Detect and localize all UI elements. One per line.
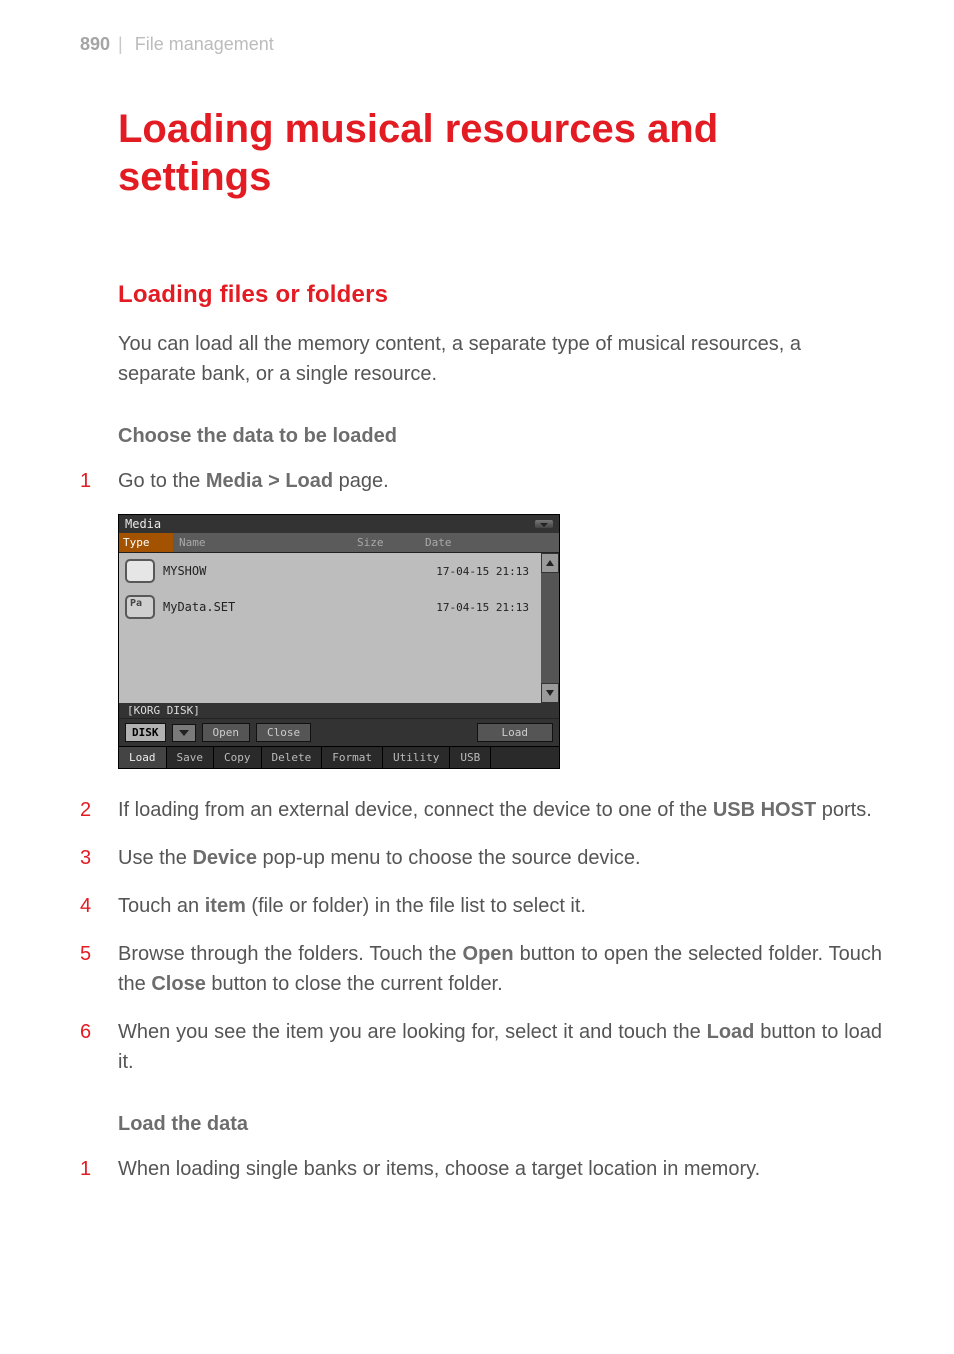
ui-path: [KORG DISK]: [119, 703, 559, 718]
step-number: 2: [80, 795, 118, 825]
subsection-title: Loading files or folders: [118, 281, 882, 309]
tab-usb[interactable]: USB: [450, 747, 491, 768]
file-name: MYSHOW: [163, 564, 399, 578]
col-type[interactable]: Type: [119, 533, 173, 552]
open-button[interactable]: Open: [202, 723, 251, 742]
steps-list-a: 1 Go to the Media > Load page.: [80, 466, 882, 496]
tab-format[interactable]: Format: [322, 747, 383, 768]
page-header: 890 | File management: [80, 34, 882, 55]
scroll-down-icon[interactable]: [541, 683, 559, 703]
tab-load[interactable]: Load: [119, 747, 167, 768]
step-3: 3 Use the Device pop-up menu to choose t…: [80, 843, 882, 873]
step-number: 1: [80, 466, 118, 496]
step-number: 1: [80, 1154, 118, 1184]
step-6: 6 When you see the item you are looking …: [80, 1017, 882, 1077]
step-text: Use the Device pop-up menu to choose the…: [118, 843, 882, 873]
scrollbar[interactable]: [541, 553, 559, 703]
close-button[interactable]: Close: [256, 723, 311, 742]
scroll-up-icon[interactable]: [541, 553, 559, 573]
intro-paragraph: You can load all the memory content, a s…: [118, 329, 882, 389]
device-dropdown[interactable]: [172, 724, 196, 742]
ui-toolbar: DISK Open Close Load: [119, 718, 559, 746]
step-number: 3: [80, 843, 118, 873]
step-2: 2 If loading from an external device, co…: [80, 795, 882, 825]
file-row[interactable]: MyData.SET 17-04-15 21:13: [119, 589, 541, 625]
load-data-heading: Load the data: [118, 1113, 882, 1136]
ui-tabs: Load Save Copy Delete Format Utility USB: [119, 746, 559, 768]
choose-data-heading: Choose the data to be loaded: [118, 425, 882, 448]
set-file-icon: [125, 595, 155, 619]
menu-icon[interactable]: [535, 520, 553, 528]
step-4: 4 Touch an item (file or folder) in the …: [80, 891, 882, 921]
step-text: Browse through the folders. Touch the Op…: [118, 939, 882, 999]
tab-delete[interactable]: Delete: [262, 747, 323, 768]
steps-list-b: 1 When loading single banks or items, ch…: [80, 1154, 882, 1184]
ui-title: Media: [125, 517, 161, 531]
step-1: 1 Go to the Media > Load page.: [80, 466, 882, 496]
media-load-screenshot: Media Type Name Size Date MYSHOW 17-04-1…: [118, 514, 560, 769]
step-text: If loading from an external device, conn…: [118, 795, 882, 825]
step-text: Go to the Media > Load page.: [118, 466, 882, 496]
device-label: DISK: [125, 723, 166, 742]
tab-save[interactable]: Save: [167, 747, 215, 768]
page-section-name: File management: [135, 34, 274, 55]
steps-list-a-cont: 2 If loading from an external device, co…: [80, 795, 882, 1077]
file-date: 17-04-15 21:13: [399, 565, 535, 578]
load-button[interactable]: Load: [477, 723, 554, 742]
file-name: MyData.SET: [163, 600, 399, 614]
tab-utility[interactable]: Utility: [383, 747, 450, 768]
col-size[interactable]: Size: [353, 533, 421, 552]
step-text: When loading single banks or items, choo…: [118, 1154, 882, 1184]
ui-titlebar: Media: [119, 515, 559, 533]
step-number: 5: [80, 939, 118, 969]
step-number: 6: [80, 1017, 118, 1047]
col-name[interactable]: Name: [173, 533, 353, 552]
ui-file-list: MYSHOW 17-04-15 21:13 MyData.SET 17-04-1…: [119, 553, 541, 703]
ui-file-area: MYSHOW 17-04-15 21:13 MyData.SET 17-04-1…: [119, 553, 559, 703]
step-text: When you see the item you are looking fo…: [118, 1017, 882, 1077]
file-row[interactable]: MYSHOW 17-04-15 21:13: [119, 553, 541, 589]
folder-icon: [125, 559, 155, 583]
step-number: 4: [80, 891, 118, 921]
page-number: 890: [80, 34, 110, 55]
step-b1: 1 When loading single banks or items, ch…: [80, 1154, 882, 1184]
ui-column-headers: Type Name Size Date: [119, 533, 559, 553]
step-5: 5 Browse through the folders. Touch the …: [80, 939, 882, 999]
file-date: 17-04-15 21:13: [399, 601, 535, 614]
header-divider: |: [118, 34, 123, 55]
page-title: Loading musical resources and settings: [118, 105, 882, 201]
tab-copy[interactable]: Copy: [214, 747, 262, 768]
step-text: Touch an item (file or folder) in the fi…: [118, 891, 882, 921]
col-date[interactable]: Date: [421, 533, 559, 552]
